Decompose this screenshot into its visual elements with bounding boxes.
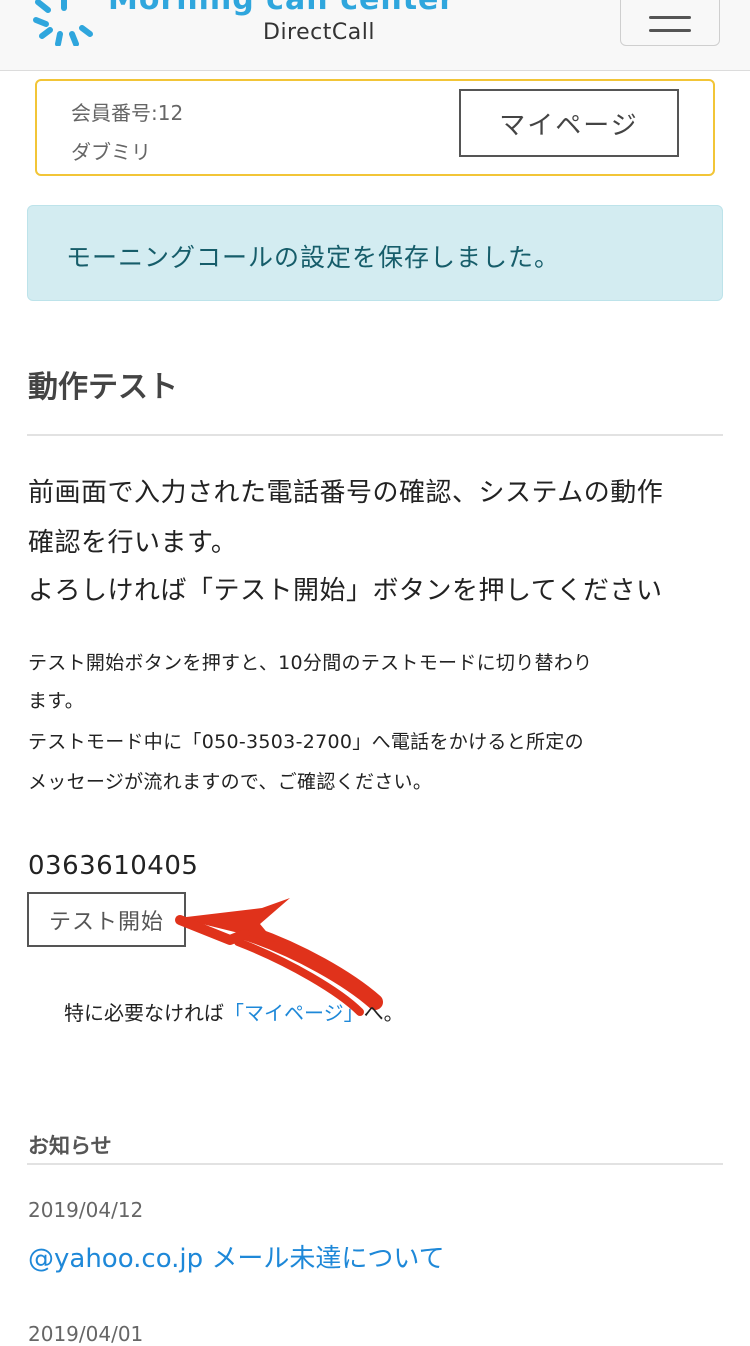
news-link[interactable]: @yahoo.co.jp メール未達について xyxy=(28,1238,445,1275)
hamburger-menu-icon xyxy=(649,16,691,19)
note-line: テストモード中に「050-3503-2700」へ電話をかけると所定の xyxy=(28,731,584,753)
phone-number: 0363610405 xyxy=(28,851,199,881)
menu-toggle-button[interactable] xyxy=(620,0,720,46)
member-number: 会員番号:12 xyxy=(71,101,184,125)
sunburst-logo-icon[interactable] xyxy=(28,0,98,46)
hamburger-menu-icon xyxy=(649,29,691,32)
description-line: よろしければ「テスト開始」ボタンを押してください xyxy=(28,576,663,606)
logo-subtitle[interactable]: DirectCall xyxy=(263,20,375,45)
note-line: ます。 xyxy=(28,690,85,712)
logo-title[interactable]: Morning call center xyxy=(108,0,455,17)
site-header: Morning call center DirectCall xyxy=(0,0,750,71)
mypage-button[interactable]: マイページ xyxy=(459,89,679,157)
alert-message: モーニングコールの設定を保存しました。 xyxy=(66,243,561,272)
description-line: 確認を行います。 xyxy=(28,528,238,558)
note-line: テスト開始ボタンを押すと、10分間のテストモードに切り替わり xyxy=(28,652,593,674)
hint-text: 特に必要なければ「マイページ」へ。 xyxy=(64,997,404,1026)
news-date: 2019/04/12 xyxy=(28,1198,144,1222)
description-line: 前画面で入力された電話番号の確認、システムの動作 xyxy=(28,478,664,508)
divider xyxy=(27,1163,723,1165)
divider xyxy=(27,434,723,436)
news-date: 2019/04/01 xyxy=(28,1322,144,1346)
member-name: ダブミリ xyxy=(71,140,151,164)
hint-prefix: 特に必要なければ xyxy=(64,1001,224,1025)
mypage-link[interactable]: 「マイページ」 xyxy=(224,1001,364,1025)
success-alert: モーニングコールの設定を保存しました。 xyxy=(27,205,723,301)
page-title: 動作テスト xyxy=(28,370,178,405)
member-info-card: 会員番号:12 ダブミリ マイページ xyxy=(35,79,715,176)
news-heading: お知らせ xyxy=(28,1134,112,1158)
hint-suffix: へ。 xyxy=(363,1001,404,1025)
note-line: メッセージが流れますので、ご確認ください。 xyxy=(28,771,433,793)
